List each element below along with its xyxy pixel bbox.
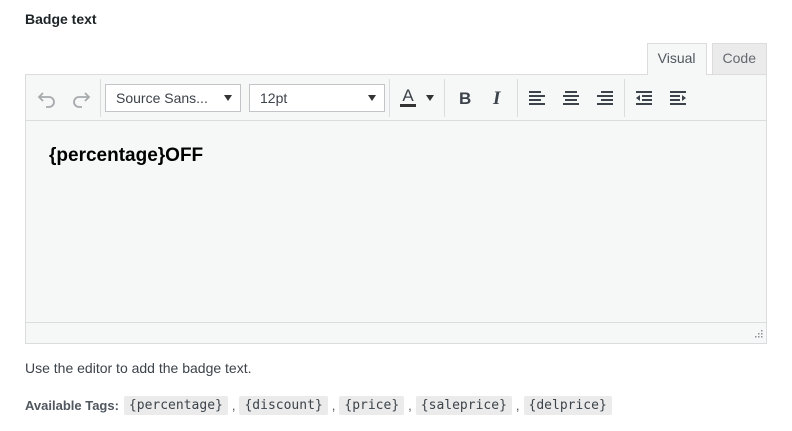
available-tags-label: Available Tags: — [25, 398, 119, 413]
chevron-down-icon — [425, 94, 434, 101]
toolbar-separator — [517, 78, 518, 117]
tag-percentage: {percentage} — [123, 396, 228, 415]
redo-icon — [73, 91, 91, 108]
chevron-down-icon — [224, 94, 232, 101]
editor-statusbar — [26, 322, 766, 343]
text-color-button[interactable]: A — [392, 81, 442, 115]
tag-separator: , — [515, 398, 520, 413]
font-size-select[interactable]: 12pt — [249, 83, 385, 112]
font-size-value: 12pt — [260, 89, 288, 106]
available-tags: Available Tags: {percentage} , {discount… — [25, 396, 612, 415]
resize-handle-icon[interactable] — [752, 329, 763, 340]
font-family-value: Source Sans... — [116, 89, 208, 106]
align-left-button[interactable] — [520, 81, 554, 115]
indent-button[interactable] — [661, 81, 695, 115]
outdent-button[interactable] — [627, 81, 661, 115]
redo-button[interactable] — [64, 81, 98, 115]
italic-button[interactable]: I — [481, 81, 515, 115]
editor-content-area[interactable]: {percentage}OFF — [26, 121, 766, 323]
italic-icon: I — [492, 88, 501, 108]
svg-text:I: I — [492, 88, 501, 108]
tag-price: {price} — [339, 396, 405, 415]
toolbar-separator — [100, 78, 101, 117]
tag-separator: , — [408, 398, 412, 413]
align-right-button[interactable] — [588, 81, 622, 115]
undo-icon — [37, 91, 55, 108]
toolbar-separator — [389, 78, 390, 117]
help-text: Use the editor to add the badge text. — [25, 360, 252, 376]
tag-separator: , — [231, 398, 236, 413]
tag-separator: , — [331, 398, 336, 413]
editor-toolbar: Source Sans... 12pt A B I — [26, 75, 766, 121]
toolbar-separator — [444, 78, 445, 117]
tag-saleprice: {saleprice} — [415, 396, 512, 415]
tab-code[interactable]: Code — [711, 43, 767, 74]
undo-button[interactable] — [30, 81, 64, 115]
outdent-icon — [636, 90, 652, 105]
badge-text-label: Badge text — [25, 11, 97, 27]
editor-content-text: {percentage}OFF — [49, 145, 204, 166]
tag-discount: {discount} — [239, 396, 328, 415]
editor-tabs: Visual Code — [642, 43, 767, 75]
tag-delprice: {delprice} — [523, 396, 612, 415]
align-center-icon — [563, 90, 579, 105]
align-center-button[interactable] — [554, 81, 588, 115]
rich-text-editor: Source Sans... 12pt A B I {percentage}OF… — [25, 74, 767, 344]
tab-visual[interactable]: Visual — [646, 43, 707, 75]
align-left-icon — [529, 90, 545, 105]
bold-button[interactable]: B — [447, 81, 481, 115]
toolbar-separator — [624, 78, 625, 117]
align-right-icon — [597, 90, 613, 105]
indent-icon — [670, 90, 686, 105]
bold-icon: B — [459, 89, 471, 108]
text-color-icon: A — [400, 86, 416, 107]
svg-text:B: B — [459, 89, 471, 108]
font-family-select[interactable]: Source Sans... — [105, 83, 241, 112]
chevron-down-icon — [368, 94, 376, 101]
